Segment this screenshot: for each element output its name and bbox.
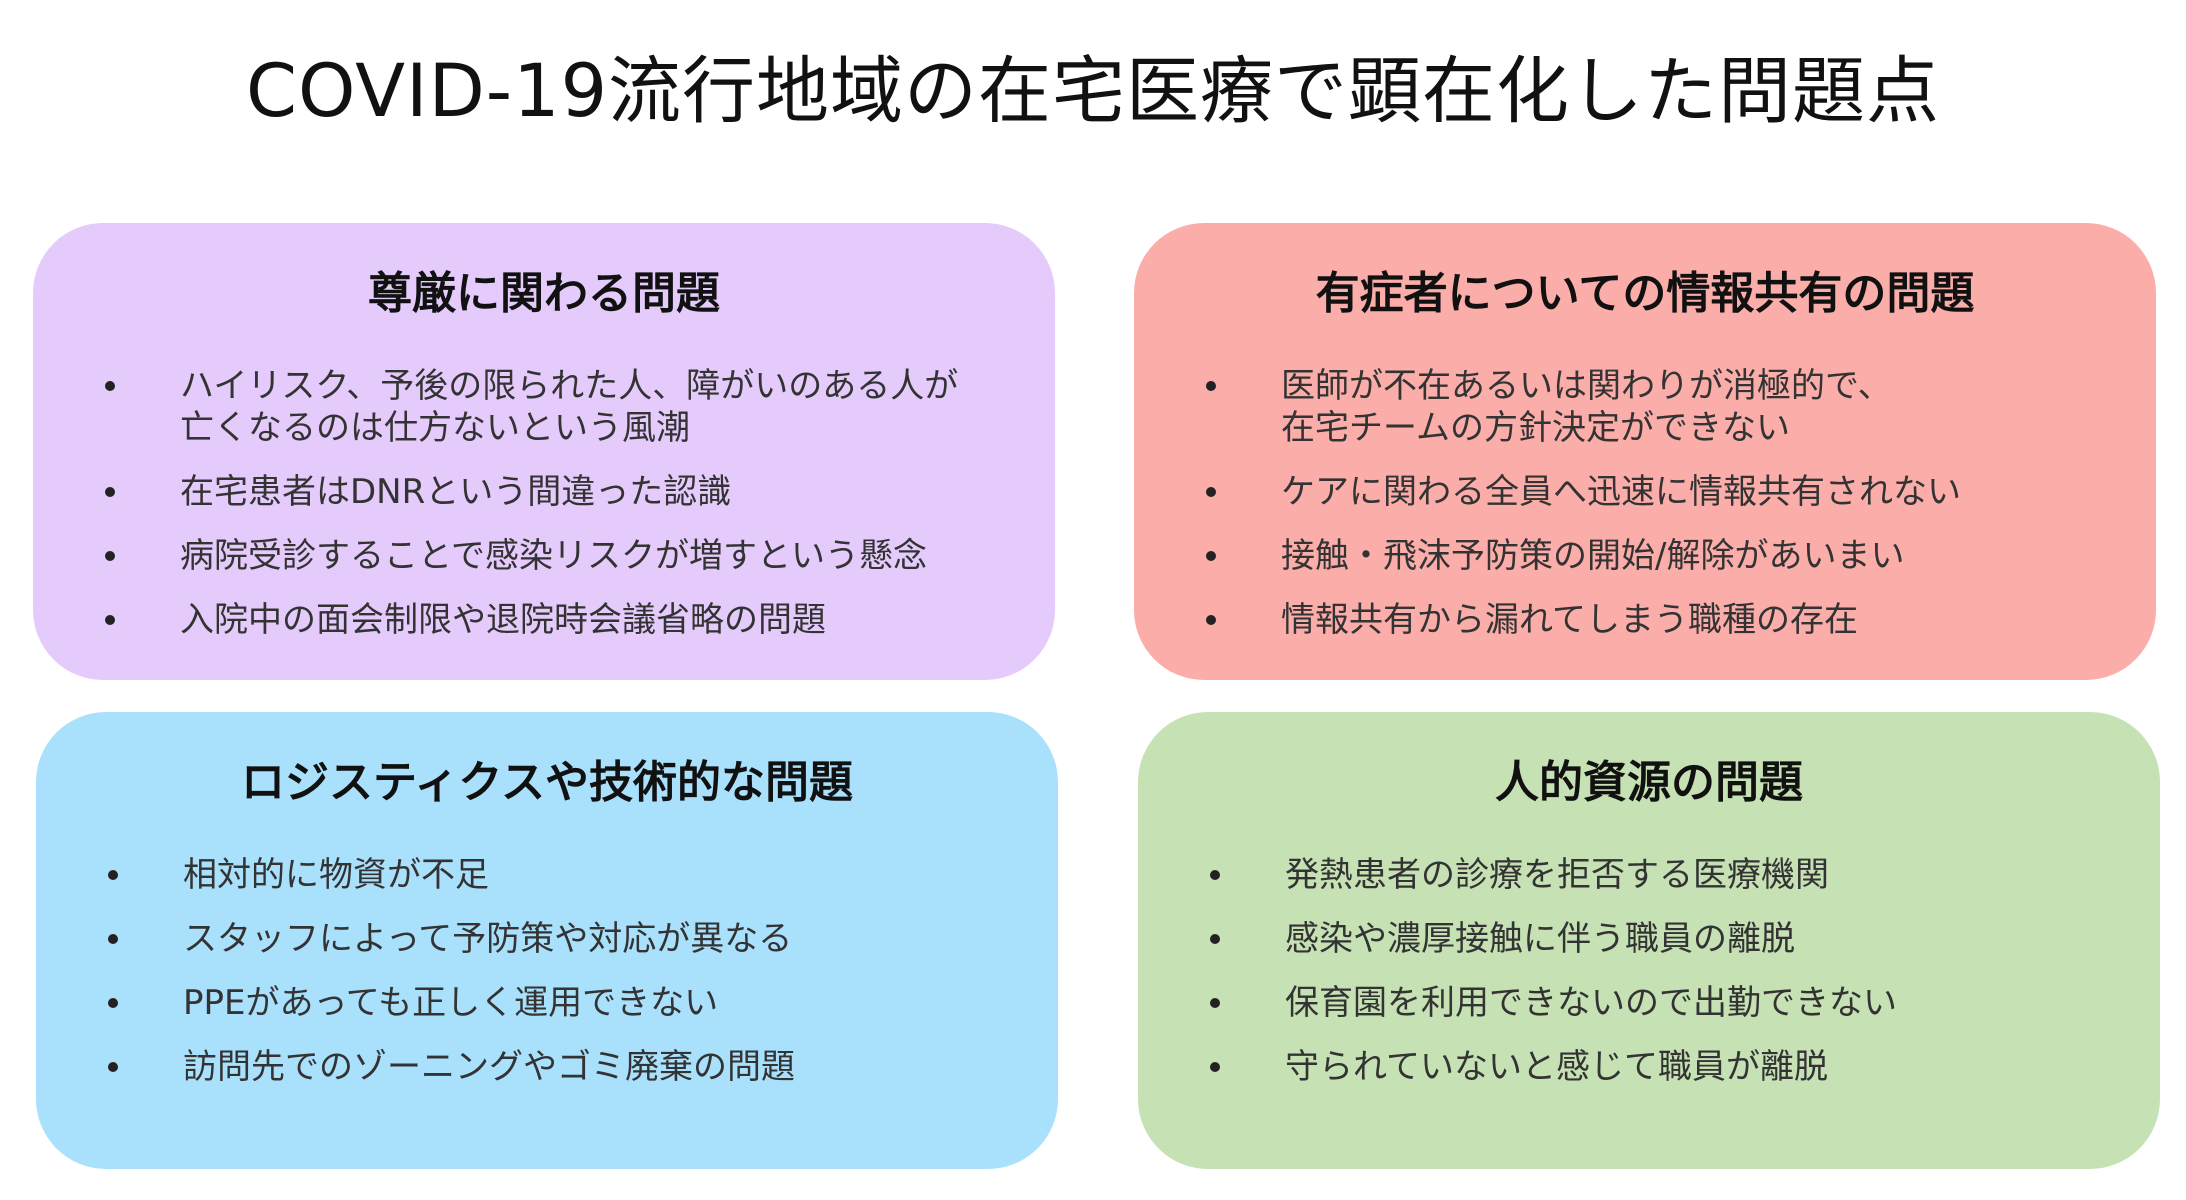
bullet-icon (1210, 870, 1220, 880)
panel-heading: 人的資源の問題 (1495, 757, 1803, 808)
bullet-icon (108, 998, 118, 1008)
bullet-icon (105, 381, 115, 391)
list-item-text: ケアに関わる全員へ迅速に情報共有されない (1281, 472, 1961, 512)
panel-human-resources: 人的資源の問題 発熱患者の診療を拒否する医療機関 感染や濃厚接触に伴う職員の離脱… (1138, 712, 2160, 1169)
bullet-icon (1210, 1062, 1220, 1072)
bullet-icon (1206, 615, 1216, 625)
list-item-text: 感染や濃厚接触に伴う職員の離脱 (1285, 919, 1795, 959)
list-item: 保育園を利用できないので出勤できない (1200, 982, 2130, 1024)
list-item: 発熱患者の診療を拒否する医療機関 (1200, 854, 2130, 896)
list-item-text: 訪問先でのゾーニングやゴミ廃棄の問題 (183, 1047, 795, 1087)
list-item-text: 情報共有から漏れてしまう職種の存在 (1281, 600, 1858, 640)
list-item: 訪問先でのゾーニングやゴミ廃棄の問題 (98, 1046, 1028, 1088)
list-item-text: 接触・飛沫予防策の開始/解除があいまい (1281, 536, 1905, 576)
list-item: ハイリスク、予後の限られた人、障がいのある人が 亡くなるのは仕方ないという風潮 (95, 365, 1025, 449)
bullet-icon (108, 1062, 118, 1072)
bullet-icon (1206, 487, 1216, 497)
panel-heading: ロジスティクスや技術的な問題 (240, 757, 854, 808)
bullet-icon (108, 870, 118, 880)
list-item-text: 相対的に物資が不足 (183, 855, 489, 895)
page-title: COVID-19流行地域の在宅医療で顕在化した問題点 (245, 49, 1941, 134)
bullet-icon (1206, 551, 1216, 561)
list-item-text: 保育園を利用できないので出勤できない (1285, 983, 1897, 1023)
list-item-text: ハイリスク、予後の限られた人、障がいのある人が 亡くなるのは仕方ないという風潮 (180, 366, 959, 448)
bullet-icon (1210, 998, 1220, 1008)
bullet-icon (105, 551, 115, 561)
bullet-list: 発熱患者の診療を拒否する医療機関 感染や濃厚接触に伴う職員の離脱 保育園を利用で… (1200, 854, 2130, 1110)
panel-heading: 尊厳に関わる問題 (368, 268, 720, 319)
list-item: 在宅患者はDNRという間違った認識 (95, 471, 1025, 513)
list-item-text: 入院中の面会制限や退院時会議省略の問題 (180, 600, 826, 640)
list-item: 接触・飛沫予防策の開始/解除があいまい (1196, 535, 2126, 577)
list-item: 相対的に物資が不足 (98, 854, 1028, 896)
bullet-icon (105, 615, 115, 625)
list-item: 守られていないと感じて職員が離脱 (1200, 1046, 2130, 1088)
list-item-text: 守られていないと感じて職員が離脱 (1285, 1047, 1828, 1087)
bullet-list: 相対的に物資が不足 スタッフによって予防策や対応が異なる PPEがあっても正しく… (98, 854, 1028, 1110)
list-item: 感染や濃厚接触に伴う職員の離脱 (1200, 918, 2130, 960)
list-item: ケアに関わる全員へ迅速に情報共有されない (1196, 471, 2126, 513)
list-item-text: 在宅患者はDNRという間違った認識 (180, 472, 732, 512)
panel-heading: 有症者についての情報共有の問題 (1315, 268, 1975, 319)
list-item-text: スタッフによって予防策や対応が異なる (183, 919, 793, 959)
bullet-icon (1206, 381, 1216, 391)
list-item-text: 病院受診することで感染リスクが増すという懸念 (180, 536, 927, 576)
panel-info-sharing: 有症者についての情報共有の問題 医師が不在あるいは関わりが消極的で、 在宅チーム… (1134, 223, 2156, 680)
list-item: 情報共有から漏れてしまう職種の存在 (1196, 599, 2126, 641)
bullet-icon (105, 487, 115, 497)
bullet-list: ハイリスク、予後の限られた人、障がいのある人が 亡くなるのは仕方ないという風潮 … (95, 365, 1025, 663)
list-item-text: PPEがあっても正しく運用できない (183, 983, 719, 1023)
list-item-text: 発熱患者の診療を拒否する医療機関 (1285, 855, 1829, 895)
panel-dignity: 尊厳に関わる問題 ハイリスク、予後の限られた人、障がいのある人が 亡くなるのは仕… (33, 223, 1055, 680)
bullet-list: 医師が不在あるいは関わりが消極的で、 在宅チームの方針決定ができない ケアに関わ… (1196, 365, 2126, 663)
list-item-text: 医師が不在あるいは関わりが消極的で、 在宅チームの方針決定ができない (1281, 366, 1892, 448)
list-item: 医師が不在あるいは関わりが消極的で、 在宅チームの方針決定ができない (1196, 365, 2126, 449)
list-item: 病院受診することで感染リスクが増すという懸念 (95, 535, 1025, 577)
list-item: スタッフによって予防策や対応が異なる (98, 918, 1028, 960)
bullet-icon (1210, 934, 1220, 944)
bullet-icon (108, 934, 118, 944)
list-item: PPEがあっても正しく運用できない (98, 982, 1028, 1024)
list-item: 入院中の面会制限や退院時会議省略の問題 (95, 599, 1025, 641)
panel-logistics: ロジスティクスや技術的な問題 相対的に物資が不足 スタッフによって予防策や対応が… (36, 712, 1058, 1169)
